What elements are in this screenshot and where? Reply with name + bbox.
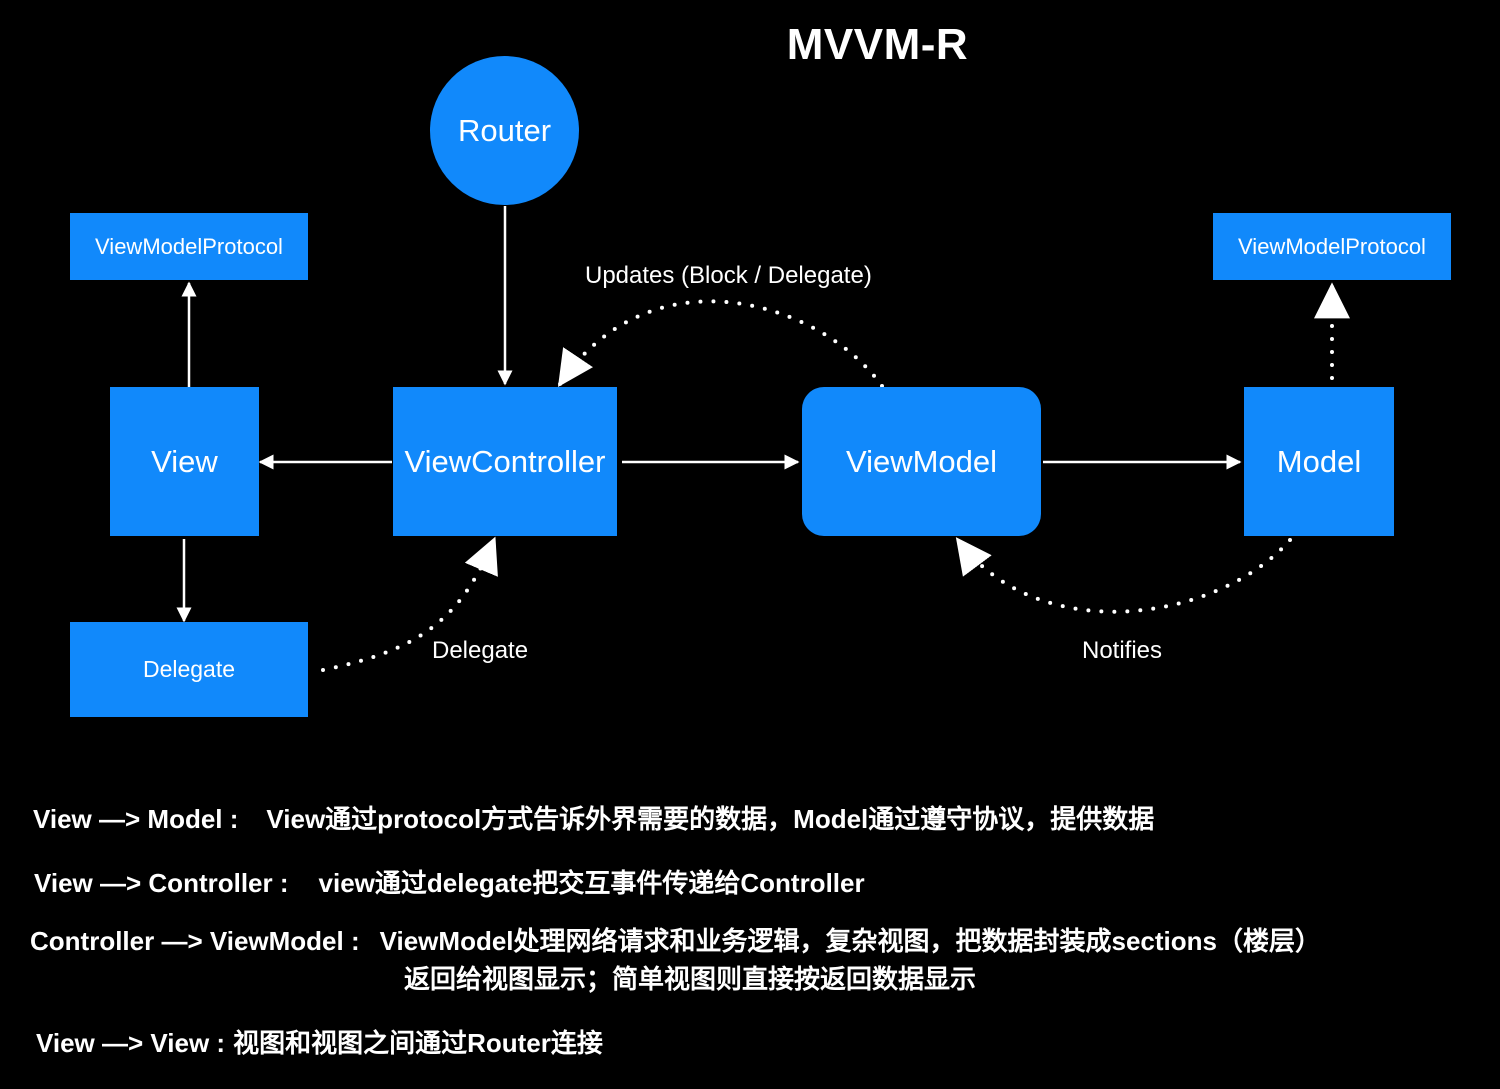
view-model-protocol-left-label: ViewModelProtocol [95,233,283,259]
view-node: View [110,387,259,536]
note-view-controller: View —> Controller : view通过delegate把交互事件传… [34,863,865,900]
note-text: 视图和视图之间通过Router连接 [233,1028,603,1058]
delegate-node-label: Delegate [142,656,236,682]
note-text: view通过delegate把交互事件传递给Controller [318,868,865,898]
view-model-protocol-right-node: ViewModelProtocol [1213,213,1451,280]
delegate-edge-label: Delegate [432,637,529,664]
note-text: View通过protocol方式告诉外界需要的数据，Model通过遵守协议，提供… [266,804,1155,834]
model-node: Model [1244,387,1394,536]
note-text: 返回给视图显示；简单视图则直接按返回数据显示 [404,964,977,994]
note-key: View —> View : [36,1028,226,1058]
note-key: View —> Model : [33,804,239,834]
updates-edge-label: Updates (Block / Delegate) [585,262,872,289]
note-view-view: View —> View : 视图和视图之间通过Router连接 [36,1023,603,1060]
view-label: View [151,443,218,479]
view-model-protocol-right-label: ViewModelProtocol [1238,233,1426,259]
view-model-node: ViewModel [802,387,1041,536]
note-controller-viewmodel: Controller —> ViewModel : ViewModel处理网络请求… [30,921,1321,958]
view-model-protocol-left-node: ViewModelProtocol [70,213,308,280]
arrow-notifies-model-to-viewmodel [955,537,1292,614]
note-controller-viewmodel-cont: 返回给视图显示；简单视图则直接按返回数据显示 [404,959,976,996]
delegate-node: Delegate [70,622,308,717]
note-key: Controller —> ViewModel : [30,926,360,956]
view-controller-label: ViewController [404,443,606,479]
model-label: Model [1276,443,1362,479]
router-node: Router [430,56,579,205]
notifies-edge-label: Notifies [1082,637,1163,664]
view-model-label: ViewModel [845,443,998,479]
note-view-model: View —> Model : View通过protocol方式告诉外界需要的数据… [33,799,1154,836]
note-text: ViewModel处理网络请求和业务逻辑，复杂视图，把数据封装成sections… [379,926,1321,956]
router-label: Router [457,112,552,148]
arrow-updates-viewmodel-to-viewcontroller [557,299,884,388]
view-controller-node: ViewController [393,387,617,536]
note-key: View —> Controller : [34,868,289,898]
